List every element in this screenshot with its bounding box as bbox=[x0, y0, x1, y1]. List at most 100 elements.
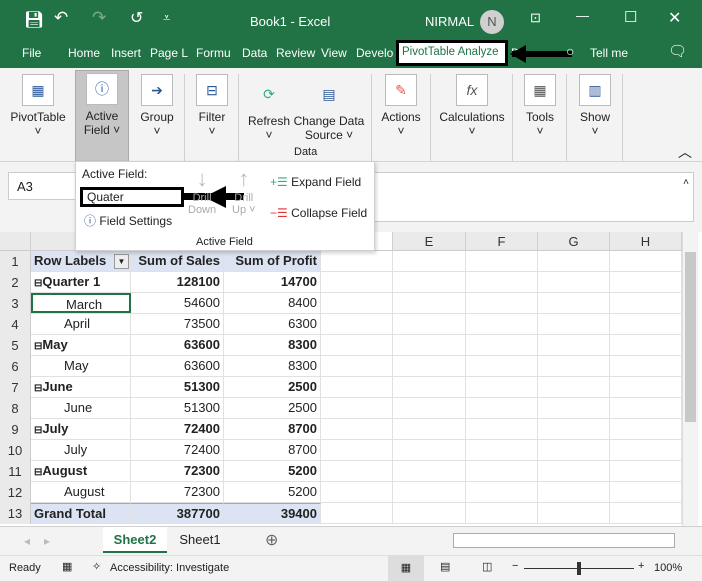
row-header[interactable]: 13 bbox=[0, 503, 31, 524]
select-all[interactable] bbox=[0, 232, 31, 251]
cell[interactable] bbox=[466, 314, 538, 334]
cell[interactable] bbox=[538, 419, 610, 439]
drill-up-button[interactable]: ↑ Drill Up ˅ bbox=[232, 166, 256, 216]
cell[interactable] bbox=[538, 356, 610, 376]
cell[interactable] bbox=[393, 293, 466, 313]
cell[interactable] bbox=[538, 461, 610, 481]
maximize-icon[interactable]: ☐ bbox=[624, 8, 637, 26]
minimize-icon[interactable]: — bbox=[576, 8, 589, 23]
cell[interactable] bbox=[393, 377, 466, 397]
cell[interactable] bbox=[538, 377, 610, 397]
cell[interactable] bbox=[466, 251, 538, 271]
row-header[interactable]: 11 bbox=[0, 461, 31, 482]
zoom-level[interactable]: 100% bbox=[654, 562, 682, 574]
comments-icon[interactable]: 🗨︎ bbox=[668, 42, 687, 60]
change-data-source-button[interactable]: ▤ Change Data Source ˅ bbox=[292, 76, 366, 143]
cell[interactable] bbox=[610, 398, 682, 418]
cell[interactable] bbox=[610, 440, 682, 460]
cell[interactable] bbox=[538, 335, 610, 355]
actions-button[interactable]: ✎ Actions ˅ bbox=[376, 72, 426, 138]
cell[interactable] bbox=[321, 377, 393, 397]
sheet-tab-sheet2[interactable]: Sheet2 bbox=[103, 527, 167, 553]
cell[interactable] bbox=[321, 461, 393, 481]
column-header-g[interactable]: G bbox=[538, 232, 610, 251]
refresh-button[interactable]: ⟳ Refresh ˅ bbox=[246, 76, 292, 143]
scroll-thumb[interactable] bbox=[685, 252, 696, 422]
cell[interactable] bbox=[321, 419, 393, 439]
show-button[interactable]: ▥ Show ˅ bbox=[572, 72, 618, 138]
undo-icon[interactable]: ↶ bbox=[54, 8, 68, 28]
row-header[interactable]: 5 bbox=[0, 335, 31, 356]
profit-cell[interactable]: 8300 bbox=[224, 335, 321, 355]
sales-cell[interactable]: 387700 bbox=[131, 503, 224, 523]
refresh-icon[interactable]: ↺ bbox=[130, 8, 143, 28]
column-header-f[interactable]: F bbox=[466, 232, 538, 251]
tab-developer[interactable]: Develo bbox=[356, 46, 393, 60]
cell[interactable] bbox=[610, 335, 682, 355]
accessibility-status[interactable]: Accessibility: Investigate bbox=[110, 562, 229, 574]
tab-view[interactable]: View bbox=[321, 46, 347, 60]
row-label[interactable]: ⊟June bbox=[31, 377, 131, 397]
tab-home[interactable]: Home bbox=[68, 46, 100, 60]
cell[interactable] bbox=[466, 440, 538, 460]
name-box[interactable]: A3 bbox=[8, 172, 78, 200]
accessibility-icon[interactable]: ✧ bbox=[92, 560, 101, 573]
cell[interactable] bbox=[610, 356, 682, 376]
active-field-button[interactable]: ⓘ Active Field ˅ bbox=[75, 70, 129, 162]
filter-button[interactable]: ⊟ Filter ˅ bbox=[190, 72, 234, 138]
column-header-h[interactable]: H bbox=[610, 232, 682, 251]
macro-icon[interactable]: ▦ bbox=[62, 560, 72, 573]
row-label[interactable]: June bbox=[31, 398, 131, 418]
cell[interactable] bbox=[466, 503, 538, 523]
profit-cell[interactable]: 5200 bbox=[224, 482, 321, 502]
row-header[interactable]: 2 bbox=[0, 272, 31, 293]
profit-cell[interactable]: 8700 bbox=[224, 440, 321, 460]
row-label[interactable]: March bbox=[31, 293, 131, 313]
collapse-ribbon-icon[interactable]: ︿ bbox=[678, 142, 692, 162]
prev-sheet-icon[interactable]: ◂ bbox=[24, 534, 30, 548]
cell[interactable] bbox=[466, 482, 538, 502]
cell[interactable] bbox=[610, 377, 682, 397]
row-header[interactable]: 8 bbox=[0, 398, 31, 419]
tab-file[interactable]: File bbox=[22, 46, 41, 60]
collapse-toggle-icon[interactable]: ⊟ bbox=[34, 383, 42, 394]
row-label[interactable]: ⊟August bbox=[31, 461, 131, 481]
cell[interactable] bbox=[393, 461, 466, 481]
row-label[interactable]: April bbox=[31, 314, 131, 334]
cell[interactable] bbox=[466, 377, 538, 397]
cell[interactable] bbox=[321, 251, 393, 271]
profit-cell[interactable]: 8300 bbox=[224, 356, 321, 376]
cell[interactable] bbox=[393, 482, 466, 502]
tab-data[interactable]: Data bbox=[242, 46, 267, 60]
sales-cell[interactable]: 63600 bbox=[131, 356, 224, 376]
sales-cell[interactable]: 72300 bbox=[131, 461, 224, 481]
redo-icon[interactable]: ↷ bbox=[92, 8, 106, 28]
cell[interactable] bbox=[321, 398, 393, 418]
row-label[interactable]: May bbox=[31, 356, 131, 376]
cell[interactable] bbox=[321, 440, 393, 460]
vertical-scrollbar[interactable] bbox=[682, 232, 698, 526]
row-label[interactable]: ⊟Quarter 1 bbox=[31, 272, 131, 292]
cell[interactable] bbox=[393, 440, 466, 460]
normal-view-icon[interactable]: ▦ bbox=[388, 556, 424, 581]
column-header-e[interactable]: E bbox=[393, 232, 466, 251]
cell[interactable] bbox=[538, 272, 610, 292]
tell-me[interactable]: Tell me bbox=[590, 46, 628, 60]
profit-cell[interactable]: 14700 bbox=[224, 272, 321, 292]
cell[interactable] bbox=[393, 419, 466, 439]
cell[interactable] bbox=[321, 272, 393, 292]
cell[interactable] bbox=[393, 272, 466, 292]
cell[interactable] bbox=[393, 251, 466, 271]
row-header[interactable]: 1 bbox=[0, 251, 31, 272]
cell[interactable] bbox=[610, 482, 682, 502]
row-header[interactable]: 12 bbox=[0, 482, 31, 503]
cell[interactable] bbox=[321, 293, 393, 313]
close-icon[interactable]: ✕ bbox=[668, 8, 681, 28]
row-header[interactable]: 9 bbox=[0, 419, 31, 440]
calculations-button[interactable]: fx Calculations ˅ bbox=[434, 72, 510, 138]
zoom-in-icon[interactable]: + bbox=[638, 560, 644, 572]
tab-pivottable-analyze[interactable]: PivotTable Analyze bbox=[396, 40, 508, 66]
header-sum-profit[interactable]: Sum of Profit bbox=[224, 251, 321, 271]
cell[interactable] bbox=[538, 398, 610, 418]
zoom-slider-thumb[interactable] bbox=[577, 562, 581, 575]
